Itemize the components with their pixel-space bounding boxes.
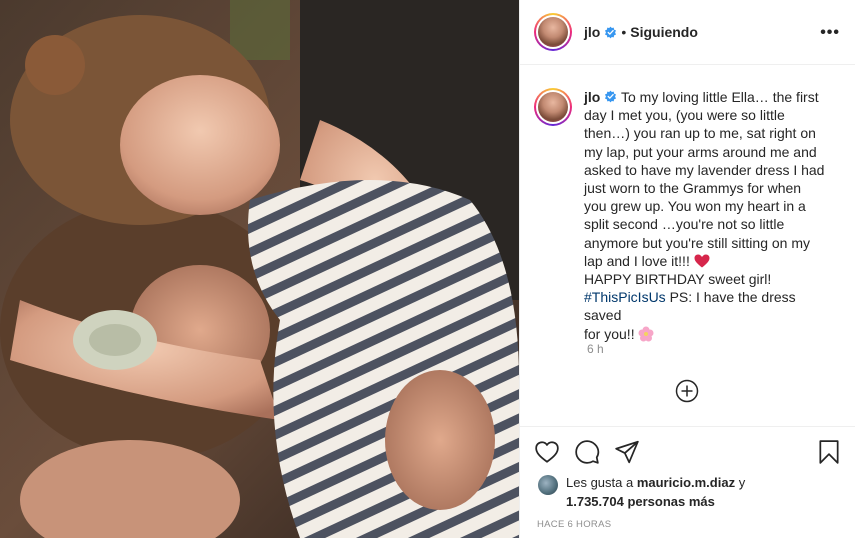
author-username[interactable]: jlo (584, 24, 600, 40)
caption-line: day I met you, (you were so little (584, 107, 785, 124)
caption-line: then…) you ran up to me, sat right on (584, 125, 816, 142)
verified-icon (605, 90, 617, 103)
bookmark-icon[interactable] (816, 439, 842, 465)
post-photo[interactable] (0, 0, 519, 538)
caption-birthday: HAPPY BIRTHDAY sweet girl! (584, 271, 772, 288)
caption-line: for you!! (584, 325, 635, 342)
post-header: jlo • Siguiendo ••• (520, 0, 855, 65)
verified-icon (605, 26, 617, 38)
likes-summary: Les gusta a mauricio.m.diaz y 1.735.704 … (538, 473, 745, 511)
caption-line: just worn to the Grammys for when (584, 180, 802, 197)
caption-username[interactable]: jlo (584, 89, 600, 105)
caption-line: you grew up. You won my heart in a (584, 198, 806, 215)
save-post-button[interactable] (816, 439, 842, 470)
liker-avatar[interactable] (538, 475, 558, 495)
like-icon[interactable] (534, 439, 560, 465)
caption-line: my lap, put your arms around me and (584, 143, 817, 160)
post-side-panel: jlo • Siguiendo ••• jlo To my loving lit… (519, 0, 855, 538)
hashtag-link[interactable]: #ThisPicIsUs (584, 289, 666, 305)
heart-emoji-icon (694, 254, 710, 268)
follow-status-button[interactable]: Siguiendo (630, 24, 698, 40)
caption-block: jlo To my loving little Ella… the first … (534, 88, 844, 343)
separator-dot: • (621, 24, 627, 40)
post-timestamp[interactable]: HACE 6 HORAS (537, 519, 611, 530)
flower-emoji-icon (638, 326, 654, 342)
caption-line: asked to have my lavender dress I had (584, 161, 825, 178)
likes-count[interactable]: 1.735.704 personas más (566, 494, 715, 509)
caption-text: jlo To my loving little Ella… the first … (584, 88, 834, 343)
likes-prefix: Les gusta a (566, 475, 637, 490)
author-avatar[interactable] (534, 13, 572, 51)
add-comment-icon[interactable] (675, 379, 699, 403)
liker-username[interactable]: mauricio.m.diaz (637, 475, 735, 490)
action-bar (534, 439, 640, 465)
caption-line: lap and I love it!!! (584, 252, 690, 269)
post-actions-section: Les gusta a mauricio.m.diaz y 1.735.704 … (520, 426, 855, 538)
photo-illustration (0, 0, 519, 538)
caption-line: split second …you're not so little (584, 216, 785, 233)
caption-author-avatar[interactable] (534, 88, 572, 126)
comment-icon[interactable] (574, 439, 600, 465)
caption-line: To my loving little Ella… the first (620, 89, 819, 105)
caption-timestamp: 6 h (587, 342, 604, 356)
more-options-icon[interactable]: ••• (820, 24, 840, 42)
likes-join: y (735, 475, 746, 490)
share-icon[interactable] (614, 439, 640, 465)
caption-line: anymore but you're still sitting on my (584, 234, 810, 251)
